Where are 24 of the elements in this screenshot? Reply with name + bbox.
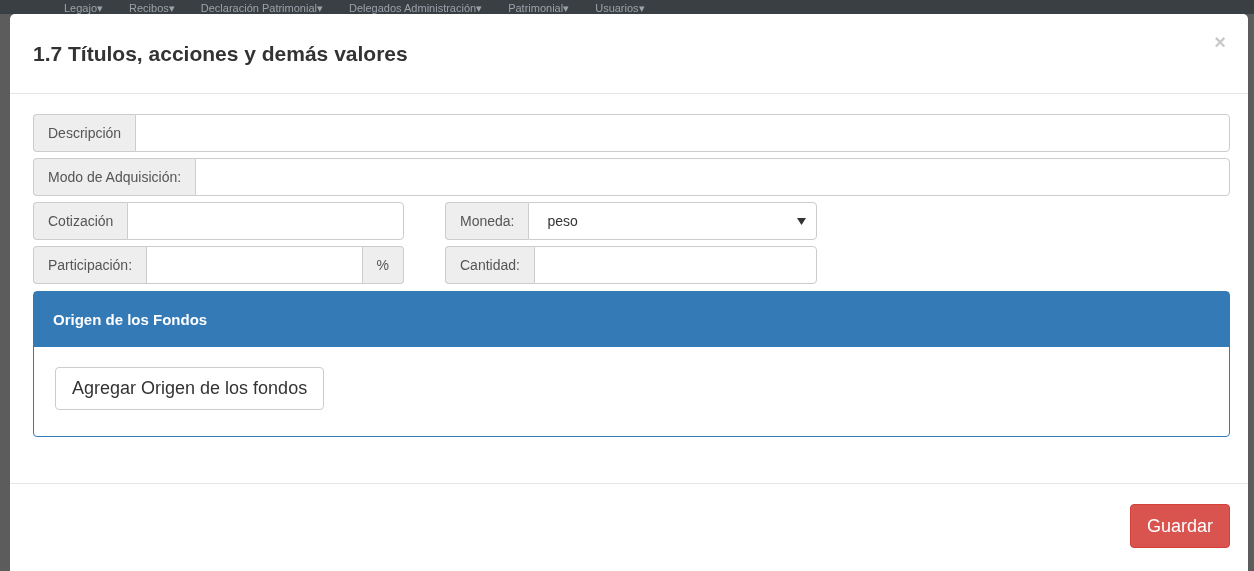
select-field[interactable]: peso bbox=[528, 202, 817, 240]
field-label: Cotización bbox=[33, 202, 128, 240]
nav-link[interactable]: Patrimonial▾ bbox=[508, 2, 570, 14]
save-button[interactable]: Guardar bbox=[1129, 504, 1230, 548]
field-label: Participación: bbox=[33, 246, 147, 284]
unit-label: % bbox=[362, 246, 404, 284]
nav-link[interactable]: Legajo▾ bbox=[64, 2, 104, 14]
input-field[interactable] bbox=[146, 246, 363, 284]
input-field[interactable] bbox=[533, 246, 817, 284]
input-field[interactable] bbox=[127, 202, 404, 240]
add-button[interactable]: Agregar Origen de los fondos bbox=[55, 367, 325, 410]
field-label: Cantidad: bbox=[445, 246, 534, 284]
modal-title: 1.7 Títulos, acciones y demás valores bbox=[33, 41, 408, 66]
field-label: Moneda: bbox=[445, 202, 529, 240]
panel-title: Origen de los Fondos bbox=[34, 292, 1229, 347]
nav-link[interactable]: Recibos▾ bbox=[129, 2, 175, 14]
field-label: Descripción bbox=[33, 114, 136, 152]
input-field[interactable] bbox=[135, 114, 1230, 152]
nav-link[interactable]: Usuarios▾ bbox=[595, 2, 645, 14]
nav-link[interactable]: Delegados Administración▾ bbox=[348, 2, 483, 14]
input-field[interactable] bbox=[195, 158, 1230, 196]
field-label: Modo de Adquisición: bbox=[33, 158, 196, 196]
nav-link[interactable]: Declaración Patrimonial▾ bbox=[200, 2, 323, 14]
caret-icon bbox=[797, 217, 806, 225]
